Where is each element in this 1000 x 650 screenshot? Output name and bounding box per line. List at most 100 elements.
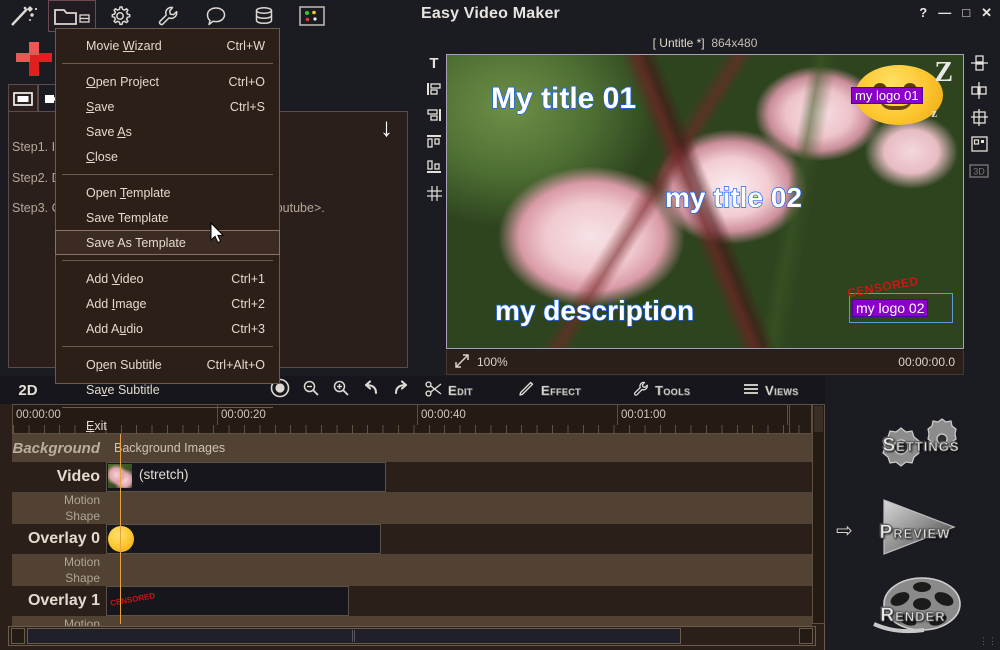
center-both-icon[interactable] — [969, 108, 989, 126]
help-button[interactable]: ? — [919, 6, 927, 20]
align-left-icon[interactable] — [424, 80, 444, 98]
menu-item-label: Movie Wizard — [86, 38, 162, 53]
menu-item-shortcut: Ctrl+Alt+O — [206, 357, 265, 372]
menu-item-close[interactable]: Close — [56, 144, 279, 169]
file-menu-popup[interactable]: Movie Wizard Ctrl+W Open Project Ctrl+O … — [55, 28, 280, 433]
zoom-level: 100% — [477, 355, 508, 369]
edit-menu[interactable]: Edit — [425, 380, 473, 400]
mode-2d-button[interactable]: 2D — [0, 382, 56, 399]
menu-item-add-audio[interactable]: Add Audio Ctrl+3 — [56, 316, 279, 341]
track-row-overlay-1[interactable]: Overlay 1 CENSORED — [12, 586, 812, 616]
download-arrow-icon[interactable]: ↓ — [380, 114, 393, 140]
undo-icon[interactable] — [362, 379, 380, 401]
clip-overlay-1[interactable]: CENSORED — [106, 586, 349, 616]
arrow-right-icon: ⇨ — [836, 520, 853, 542]
ruler-end-handle[interactable] — [789, 405, 811, 433]
maximize-button[interactable]: □ — [962, 6, 970, 20]
menu-item-shortcut: Ctrl+3 — [231, 321, 265, 336]
overlay-logo-01[interactable]: Z z my logo 01 — [851, 57, 953, 129]
tools-menu-label: Tools — [655, 382, 691, 398]
minimize-button[interactable]: — — [938, 6, 951, 20]
menu-item-save-template[interactable]: Save Template — [56, 205, 279, 230]
menu-item-save-as[interactable]: Save As — [56, 119, 279, 144]
scroll-right-button[interactable] — [799, 628, 813, 644]
render-label: Render — [880, 605, 946, 627]
close-button[interactable]: ✕ — [981, 6, 992, 20]
menu-item-label: Save As Template — [86, 235, 186, 250]
movie-wizard-icon[interactable] — [0, 0, 48, 32]
scroll-left-button[interactable] — [11, 628, 25, 644]
menu-item-save-as-template[interactable]: Save As Template — [55, 230, 280, 255]
menu-item-add-image[interactable]: Add Image Ctrl+2 — [56, 291, 279, 316]
timeline-horizontal-scrollbar[interactable]: ║ — [8, 626, 816, 646]
redo-icon[interactable] — [392, 379, 410, 401]
tools-menu[interactable]: Tools — [632, 381, 690, 400]
preview-button[interactable]: Preview — [856, 496, 986, 558]
action-column: ⇨ Settings Preview Render ⋮⋮ — [826, 404, 1000, 650]
align-right-icon[interactable] — [424, 106, 444, 124]
render-button[interactable]: Render — [856, 576, 986, 636]
overlay-title-02[interactable]: my title 02 — [664, 181, 802, 214]
overlay-description[interactable]: my description — [494, 294, 695, 327]
clip-video[interactable]: (stretch) — [106, 462, 386, 492]
menu-separator — [62, 63, 273, 64]
add-media-plus-icon[interactable] — [14, 40, 56, 85]
zoom-out-icon[interactable] — [302, 379, 320, 402]
timeline-vertical-scrollbar[interactable] — [812, 404, 825, 624]
track-row-video[interactable]: Video (stretch) — [12, 462, 812, 492]
track-row-overlay-0-shape[interactable]: Shape — [12, 570, 812, 586]
clip-thumbnail-censored: CENSORED — [109, 591, 156, 608]
resize-grip-icon[interactable]: ⋮⋮ — [979, 636, 997, 647]
track-row-overlay-0[interactable]: Overlay 0 — [12, 524, 812, 554]
menu-item-open-subtitle[interactable]: Open Subtitle Ctrl+Alt+O — [56, 352, 279, 377]
center-vertical-icon[interactable] — [969, 81, 989, 99]
track-label-background: Background — [12, 439, 100, 457]
clip-video-label: (stretch) — [139, 467, 189, 482]
window-controls: ? — □ ✕ — [919, 6, 992, 20]
views-menu-label: Views — [765, 382, 799, 398]
project-name: [ Untitle *] — [652, 36, 705, 50]
three-d-icon[interactable]: 3D — [969, 162, 989, 180]
timeline-toolbar-icons — [270, 378, 410, 403]
menu-item-movie-wizard[interactable]: Movie Wizard Ctrl+W — [56, 33, 279, 58]
overlay-logo-02[interactable]: CENSORED my logo 02 — [846, 274, 953, 323]
track-label-video-motion: Motion — [63, 493, 100, 507]
track-row-video-shape[interactable]: Shape — [12, 508, 812, 524]
menu-item-open-template[interactable]: Open Template — [56, 180, 279, 205]
views-menu[interactable]: Views — [742, 382, 799, 399]
wrench-icon — [632, 381, 650, 400]
menu-item-label: Save — [86, 99, 115, 114]
video-preview[interactable]: My title 01 my title 02 my description Z… — [446, 54, 964, 349]
preview-right-tools: 3D — [966, 54, 992, 180]
track-row-overlay-0-motion[interactable]: Motion — [12, 554, 812, 570]
menu-item-save[interactable]: Save Ctrl+S — [56, 94, 279, 119]
scrollbar-thumb-horizontal[interactable]: ║ — [27, 628, 681, 644]
svg-text:3D: 3D — [973, 167, 985, 177]
ruler-mark-3: 00:01:00 — [618, 405, 788, 425]
track-row-video-motion[interactable]: Motion — [12, 492, 812, 508]
project-title-bar: [ Untitle *] 864x480 — [440, 36, 970, 50]
text-tool-icon[interactable]: T — [424, 54, 444, 72]
color-palette-icon[interactable] — [288, 0, 336, 32]
grid-icon[interactable] — [424, 184, 444, 202]
menu-item-open-project[interactable]: Open Project Ctrl+O — [56, 69, 279, 94]
fit-to-window-icon[interactable] — [455, 353, 469, 371]
settings-button[interactable]: Settings — [856, 418, 986, 474]
menu-item-add-video[interactable]: Add Video Ctrl+1 — [56, 266, 279, 291]
center-horizontal-icon[interactable] — [969, 54, 989, 72]
playhead[interactable] — [120, 434, 121, 624]
align-top-icon[interactable] — [424, 132, 444, 150]
film-tab[interactable] — [8, 84, 38, 112]
effect-menu[interactable]: Effect — [518, 381, 581, 400]
overlay-title-01[interactable]: My title 01 — [490, 81, 636, 116]
menu-item-exit[interactable]: Exit — [56, 413, 279, 438]
menu-item-shortcut: Ctrl+1 — [231, 271, 265, 286]
scrollbar-thumb[interactable] — [814, 406, 823, 432]
menu-item-save-subtitle[interactable]: Save Subtitle — [56, 377, 279, 402]
track-label-video: Video — [56, 468, 100, 485]
clip-overlay-0[interactable] — [106, 524, 381, 554]
align-bottom-icon[interactable] — [424, 158, 444, 176]
zoom-in-icon[interactable] — [332, 379, 350, 402]
track-row-background[interactable]: Background Background Images — [12, 434, 812, 462]
layout-icon[interactable] — [969, 135, 989, 153]
